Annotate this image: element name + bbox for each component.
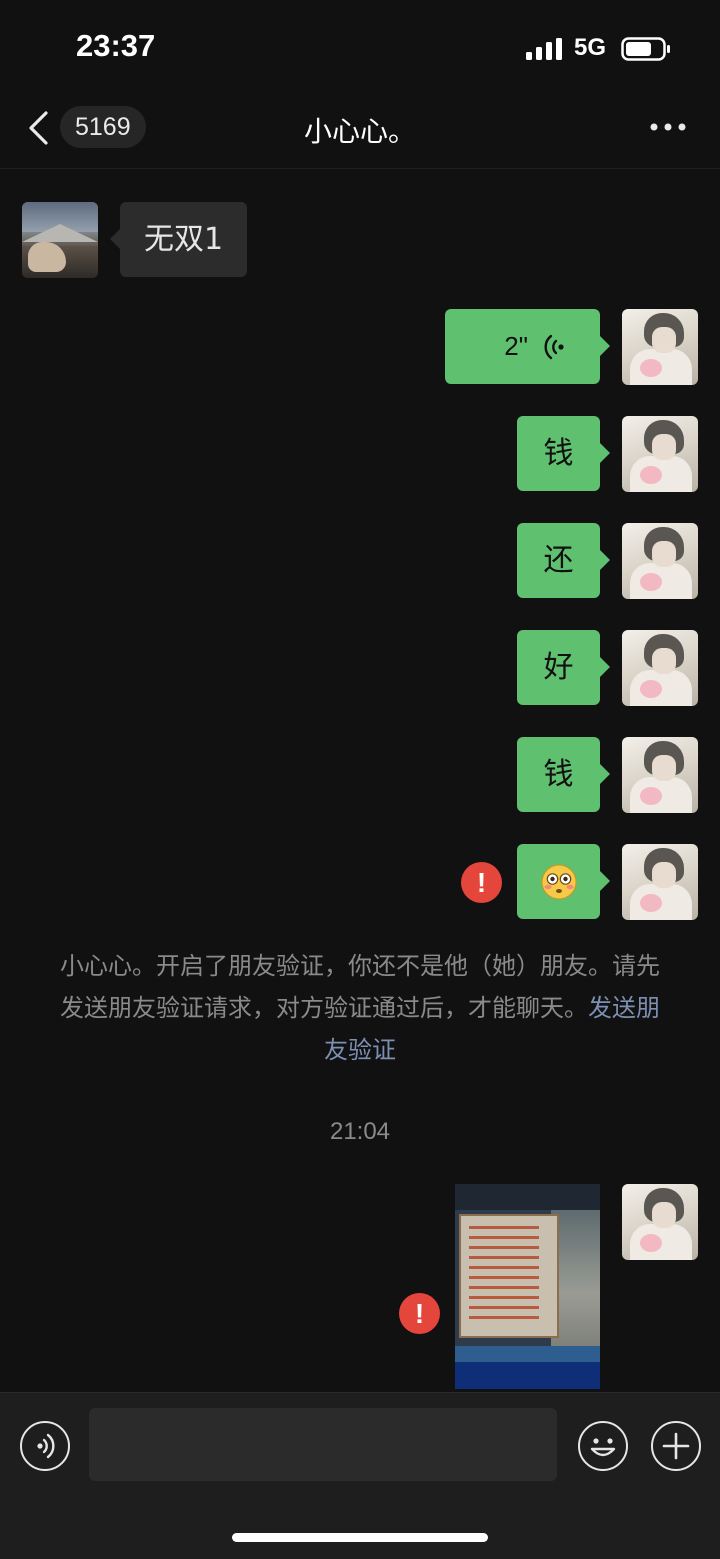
more-dots-icon[interactable] xyxy=(648,120,688,134)
self-avatar[interactable] xyxy=(622,1184,698,1260)
network-type: 5G xyxy=(574,34,607,61)
friend-verification-notice: 小心心。开启了朋友验证，你还不是他（她）朋友。请先发送朋友验证请求，对方验证通过… xyxy=(50,945,670,1071)
self-avatar[interactable] xyxy=(622,309,698,385)
voice-input-icon xyxy=(37,1433,55,1459)
message-bubble-self[interactable]: 还 xyxy=(517,523,610,598)
peer-avatar[interactable] xyxy=(22,202,98,278)
plus-icon xyxy=(662,1432,690,1460)
emoji-button[interactable] xyxy=(578,1421,628,1471)
message-bubble-self[interactable]: 钱 xyxy=(517,737,610,812)
home-indicator[interactable] xyxy=(232,1533,488,1542)
status-bar: 23:37 5G xyxy=(0,0,720,90)
emoji-icon xyxy=(590,1438,616,1457)
self-avatar[interactable] xyxy=(622,844,698,920)
send-failed-icon[interactable]: ! xyxy=(399,1293,440,1334)
self-avatar[interactable] xyxy=(622,737,698,813)
flushed-face-icon xyxy=(541,864,577,900)
message-timestamp: 21:04 xyxy=(329,1118,391,1145)
chevron-left-icon[interactable] xyxy=(26,110,52,146)
self-avatar[interactable] xyxy=(622,416,698,492)
image-message[interactable] xyxy=(455,1184,600,1389)
chat-header: 5169 小心心。 xyxy=(0,90,720,169)
chat-title: 小心心。 xyxy=(303,115,416,148)
send-failed-icon[interactable]: ! xyxy=(461,862,502,903)
voice-wave-icon xyxy=(544,334,564,360)
voice-input-button[interactable] xyxy=(20,1421,70,1471)
unread-count-badge[interactable]: 5169 xyxy=(60,106,146,148)
emoji-message-bubble[interactable] xyxy=(517,844,610,919)
voice-message-bubble[interactable]: 2" xyxy=(445,309,610,384)
message-bubble-self[interactable]: 好 xyxy=(517,630,610,705)
status-time: 23:37 xyxy=(76,28,156,63)
input-bar xyxy=(0,1392,720,1559)
self-avatar[interactable] xyxy=(622,630,698,706)
message-bubble-peer[interactable]: 无双1 xyxy=(110,202,247,277)
message-bubble-self[interactable]: 钱 xyxy=(517,416,610,491)
system-notice-text: 小心心。开启了朋友验证，你还不是他（她）朋友。请先发送朋友验证请求，对方验证通过… xyxy=(60,952,660,1022)
battery-icon xyxy=(621,37,670,61)
self-avatar[interactable] xyxy=(622,523,698,599)
voice-duration: 2" xyxy=(504,331,528,361)
signal-icon xyxy=(526,38,562,60)
more-functions-button[interactable] xyxy=(651,1421,701,1471)
message-input[interactable] xyxy=(89,1408,557,1481)
